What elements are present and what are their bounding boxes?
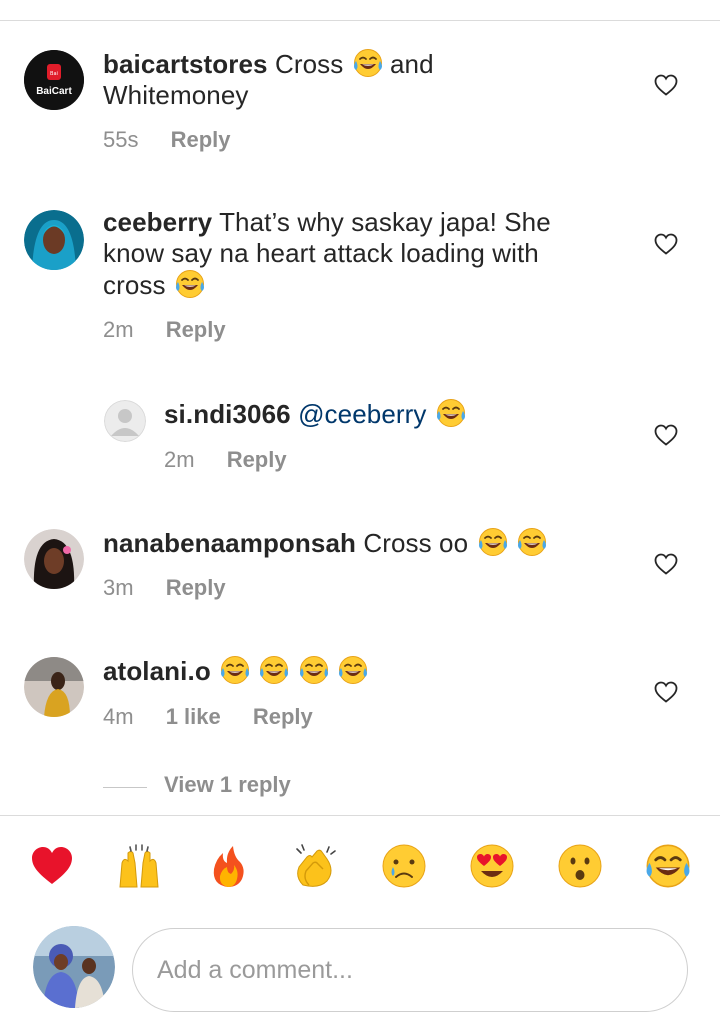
comment-time: 2m — [164, 447, 195, 472]
heart-outline-icon[interactable] — [654, 424, 678, 446]
heart-icon[interactable] — [29, 843, 75, 889]
top-divider — [0, 20, 720, 21]
tears-of-joy-icon — [259, 655, 290, 685]
comment-username[interactable]: atolani.o — [103, 656, 211, 686]
crying-face-icon[interactable] — [381, 843, 427, 889]
comment-body-cont: and — [390, 49, 434, 79]
reply-button[interactable]: Reply — [227, 447, 287, 473]
comment-meta: 4m 1 like Reply — [103, 704, 339, 730]
tears-of-joy-icon — [352, 48, 383, 78]
comment-time: 4m — [103, 704, 134, 729]
comment-composer — [0, 815, 720, 1025]
tears-of-joy-icon — [175, 269, 205, 299]
comment-username[interactable]: baicartstores — [103, 49, 268, 79]
mention-link[interactable]: @ceeberry — [298, 399, 426, 429]
raising-hands-icon[interactable] — [116, 843, 162, 889]
tears-of-joy-icon — [338, 655, 369, 685]
comment-username[interactable]: si.ndi3066 — [164, 399, 291, 429]
comment-time: 55s — [103, 127, 139, 152]
clapping-hands-icon[interactable] — [293, 843, 339, 889]
comment-body-line2: Whitemoney — [103, 80, 249, 110]
tears-of-joy-icon — [298, 655, 329, 685]
view-replies-label[interactable]: View 1 reply — [164, 772, 291, 798]
comment-text: ceeberry That’s why saskay japa! She kno… — [103, 207, 551, 301]
heart-outline-icon[interactable] — [654, 681, 678, 703]
tears-of-joy-icon — [220, 655, 251, 685]
comment-text: atolani.o — [103, 655, 369, 687]
svg-text:Bai: Bai — [50, 71, 58, 77]
avatar[interactable] — [104, 400, 146, 442]
comment-body: Cross — [274, 49, 344, 79]
heart-outline-icon[interactable] — [654, 233, 678, 255]
surprised-face-icon[interactable] — [557, 843, 603, 889]
comment-username[interactable]: nanabenaamponsah — [103, 528, 356, 558]
reply-button[interactable]: Reply — [171, 127, 231, 153]
comment-meta: 2m Reply — [103, 317, 252, 343]
comment-text: baicartstores Cross and Whitemoney — [103, 48, 434, 111]
comment-time: 2m — [103, 317, 134, 342]
comment-input[interactable] — [132, 928, 688, 1012]
svg-text:BaiCart: BaiCart — [36, 86, 72, 97]
heart-eyes-icon[interactable] — [469, 843, 515, 889]
comment-meta: 3m Reply — [103, 575, 252, 601]
comment-body-line2: know say na heart attack loading with — [103, 238, 539, 268]
comment-body: That’s why saskay japa! She — [219, 207, 551, 237]
comment-text: nanabenaamponsah Cross oo — [103, 527, 547, 559]
current-user-avatar — [33, 926, 115, 1008]
view-replies-line — [103, 787, 147, 788]
comment-text: si.ndi3066 @ceeberry — [164, 398, 466, 430]
avatar[interactable] — [24, 210, 84, 270]
comment-body: Cross oo — [363, 528, 469, 558]
fire-icon[interactable] — [205, 843, 251, 889]
avatar[interactable]: Bai BaiCart — [24, 50, 84, 110]
avatar[interactable] — [24, 657, 84, 717]
reply-button[interactable]: Reply — [166, 575, 226, 601]
tears-of-joy-icon — [435, 398, 466, 428]
likes-count[interactable]: 1 like — [166, 704, 221, 730]
avatar[interactable] — [24, 529, 84, 589]
reply-button[interactable]: Reply — [166, 317, 226, 343]
tears-of-joy-icon[interactable] — [645, 843, 691, 889]
comment-meta: 2m Reply — [164, 447, 313, 473]
comment-time: 3m — [103, 575, 134, 600]
heart-outline-icon[interactable] — [654, 74, 678, 96]
tears-of-joy-icon — [516, 527, 547, 557]
heart-outline-icon[interactable] — [654, 553, 678, 575]
reply-button[interactable]: Reply — [253, 704, 313, 730]
comment-meta: 55s Reply — [103, 127, 257, 153]
tears-of-joy-icon — [477, 527, 508, 557]
comment-username[interactable]: ceeberry — [103, 207, 212, 237]
comment-body-line3: cross — [103, 270, 166, 300]
